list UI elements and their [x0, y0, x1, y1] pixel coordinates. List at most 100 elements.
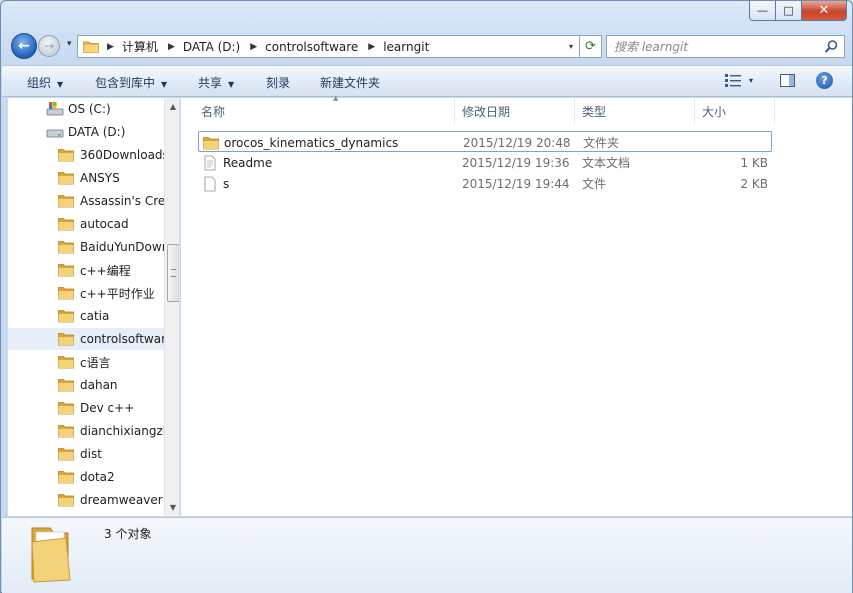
new-folder-button[interactable]: 新建文件夹 [320, 74, 380, 91]
breadcrumb-label: learngit [383, 39, 430, 54]
navigation-scrollbar[interactable]: ▲ ▼ [164, 98, 179, 516]
tree-item-folder[interactable]: dahan [8, 374, 164, 396]
burn-button[interactable]: 刻录 [266, 74, 290, 91]
column-header-type[interactable]: 类型 [575, 98, 695, 124]
tree-item-folder[interactable]: catia [8, 305, 164, 327]
tree-item-label: 360Downloads [80, 148, 164, 162]
caption-buttons: — □ ✕ [749, 1, 847, 21]
tree-item-label: Assassin's Cree [80, 194, 164, 208]
tree-item-label: catia [80, 309, 110, 323]
folder-icon [58, 218, 74, 231]
explorer-window: — □ ✕ ← → ▾ ▶ 计算机 ▶ DATA (D:) ▶ controls… [0, 0, 853, 593]
tree-item-label: dist [80, 447, 102, 461]
tree-item-folder[interactable]: controlsoftwar [8, 328, 164, 350]
address-history-dropdown[interactable]: ▾ [563, 36, 579, 57]
folder-icon [83, 41, 99, 53]
file-name: s [202, 173, 229, 194]
column-header-date[interactable]: 修改日期 [455, 98, 575, 124]
folder-icon [58, 333, 74, 346]
file-icon [204, 176, 216, 191]
search-placeholder: 搜索 learngit [614, 40, 689, 54]
breadcrumb-data-drive[interactable]: ▶ DATA (D:) [168, 40, 250, 54]
folder-icon [58, 494, 74, 507]
minimize-button[interactable]: — [749, 1, 776, 21]
maximize-button[interactable]: □ [776, 1, 802, 21]
tree-item-label: dota2 [80, 470, 115, 484]
file-name-label: s [223, 176, 230, 191]
tree-item-folder[interactable]: dist [8, 443, 164, 465]
folder-icon [58, 425, 74, 438]
file-name: Readme [202, 152, 272, 173]
column-header-size[interactable]: 大小 [695, 98, 775, 124]
preview-pane-button[interactable] [780, 74, 795, 87]
file-row[interactable]: orocos_kinematics_dynamics 2015/12/19 20:… [198, 131, 772, 152]
tree-item-label: c语言 [80, 355, 111, 370]
tree-item-label: c++平时作业 [80, 286, 155, 301]
breadcrumb-computer[interactable]: ▶ 计算机 [107, 38, 168, 55]
help-button[interactable]: ? [816, 72, 833, 89]
tree-item-folder[interactable]: c++编程 [8, 259, 164, 281]
tree-item-folder[interactable]: dreamweaver [8, 489, 164, 511]
file-row[interactable]: Readme 2015/12/19 19:36 文本文档 1 KB [198, 152, 772, 173]
forward-button[interactable]: → [38, 35, 60, 57]
folder-icon [58, 195, 74, 208]
tree-item-folder[interactable]: autocad [8, 213, 164, 235]
chevron-right-icon: ▶ [250, 41, 258, 52]
close-button[interactable]: ✕ [802, 1, 847, 21]
column-header-name[interactable]: 名称 [194, 98, 455, 124]
folder-icon [58, 379, 74, 392]
folder-icon [58, 241, 74, 254]
tree-item-label: dreamweaver [80, 493, 163, 507]
search-icon[interactable] [824, 39, 839, 54]
folder-icon [58, 264, 74, 277]
tree-item-os-c[interactable]: OS (C:) [8, 98, 164, 120]
navigation-bar: ← → ▾ ▶ 计算机 ▶ DATA (D:) ▶ controlsoftwar… [9, 31, 847, 61]
refresh-button[interactable]: ⟳ [580, 35, 602, 58]
column-headers: ▲ 名称 修改日期 类型 大小 [194, 94, 844, 124]
breadcrumb-controlsoftware[interactable]: ▶ controlsoftware [250, 40, 368, 54]
folder-icon [203, 136, 219, 149]
folder-icon [58, 471, 74, 484]
tree-item-folder[interactable]: ANSYS [8, 167, 164, 189]
change-view-button[interactable]: ▾ [725, 74, 753, 87]
system-drive-icon [46, 102, 64, 116]
navigation-pane: OS (C:) DATA (D:) 360Downloads ANSYS Assas… [8, 98, 180, 516]
organize-label: 组织 [27, 76, 52, 90]
breadcrumb-learngit[interactable]: ▶ learngit [368, 40, 439, 54]
file-row[interactable]: s 2015/12/19 19:44 文件 2 KB [198, 173, 772, 194]
file-size [703, 132, 769, 153]
scroll-down-arrow[interactable]: ▼ [165, 499, 179, 516]
tree-item-folder[interactable]: c++平时作业 [8, 282, 164, 304]
chevron-right-icon: ▶ [167, 41, 175, 52]
tree-item-label: Dev c++ [80, 401, 135, 415]
tree-item-folder[interactable]: Assassin's Cree [8, 190, 164, 212]
tree-item-folder[interactable]: c语言 [8, 351, 164, 373]
tree-item-folder[interactable]: BaiduYunDown [8, 236, 164, 258]
tree-item-label: ANSYS [80, 171, 120, 185]
tree-item-label: dianchixiangzh [80, 424, 164, 438]
scroll-up-arrow[interactable]: ▲ [165, 98, 179, 115]
back-button[interactable]: ← [11, 33, 37, 59]
chevron-down-icon: ▼ [228, 80, 235, 89]
folder-icon [31, 527, 71, 583]
breadcrumb-label: 计算机 [121, 40, 158, 54]
file-size: 2 KB [740, 176, 768, 191]
chevron-down-icon: ▼ [161, 80, 168, 89]
share-button[interactable]: 共享 ▼ [198, 74, 234, 91]
tree-item-label: OS (C:) [68, 102, 111, 116]
include-in-library-button[interactable]: 包含到库中 ▼ [95, 74, 167, 91]
address-bar[interactable]: ▶ 计算机 ▶ DATA (D:) ▶ controlsoftware ▶ le… [77, 35, 580, 58]
file-type: 文件 [582, 177, 607, 191]
folder-icon [58, 448, 74, 461]
organize-button[interactable]: 组织 ▼ [27, 74, 63, 91]
tree-item-folder[interactable]: dota2 [8, 466, 164, 488]
tree-item-folder[interactable]: 360Downloads [8, 144, 164, 166]
folder-icon [58, 287, 74, 300]
tree-item-folder[interactable]: Dev c++ [8, 397, 164, 419]
details-pane: 3 个对象 [2, 517, 852, 593]
tree-item-folder[interactable]: dianchixiangzh [8, 420, 164, 442]
tree-item-data-d[interactable]: DATA (D:) [8, 121, 164, 143]
scrollbar-thumb[interactable] [167, 244, 179, 302]
search-input[interactable]: 搜索 learngit [606, 35, 845, 58]
recent-locations-dropdown[interactable]: ▾ [67, 39, 72, 49]
